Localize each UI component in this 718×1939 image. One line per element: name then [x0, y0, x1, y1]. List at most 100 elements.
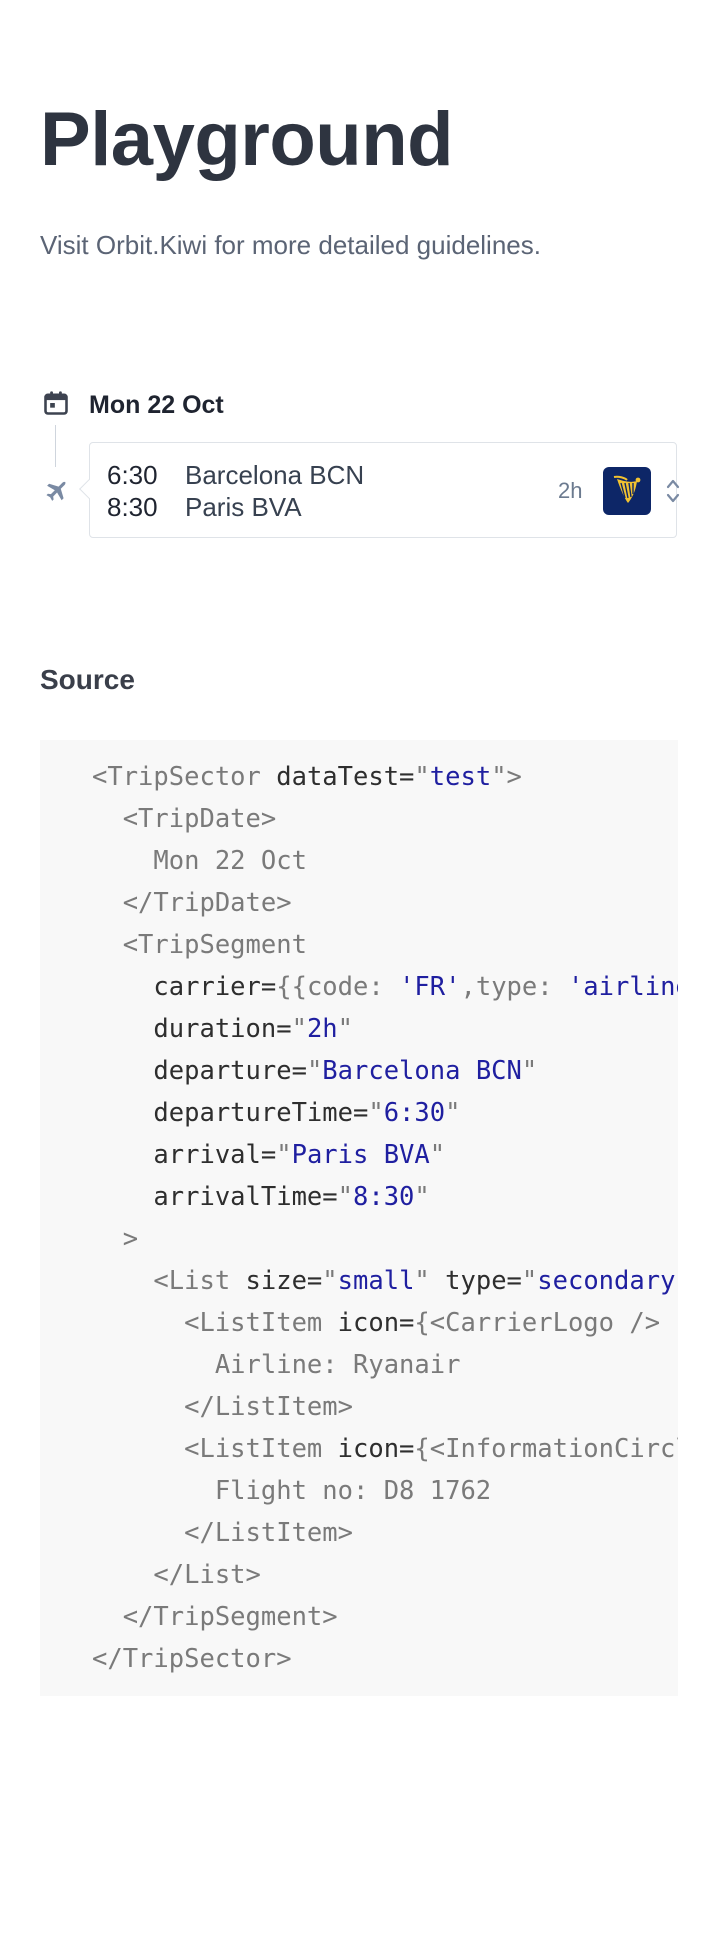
- code-line: </ListItem>: [92, 1386, 353, 1428]
- trip-date-label: Mon 22 Oct: [89, 391, 224, 419]
- code-token: carrier=: [92, 972, 277, 1002]
- code-line: <TripDate>: [92, 798, 277, 840]
- code-token: ": [337, 1014, 354, 1044]
- code-token: </TripSector>: [92, 1644, 292, 1674]
- trip-sector: Mon 22 Oct 6:30 Barcelona BCN 8:30 Paris B…: [40, 385, 680, 538]
- code-token: 2h: [306, 1014, 338, 1044]
- code-token: ,type:: [460, 972, 568, 1002]
- code-line: departure="Barcelona BCN": [92, 1050, 537, 1092]
- code-token: </ListItem>: [92, 1392, 353, 1422]
- code-token: ": [521, 1056, 538, 1086]
- segment-pointer: [79, 479, 99, 499]
- trip-segment[interactable]: 6:30 Barcelona BCN 8:30 Paris BVA 2h: [79, 442, 680, 538]
- code-line: carrier={{code: 'FR',type: 'airline': [92, 966, 678, 1008]
- code-token: ": [306, 1056, 323, 1086]
- code-token: ": [414, 762, 430, 792]
- code-token: <TripDate>: [92, 804, 277, 834]
- code-token: icon=: [322, 1308, 415, 1338]
- departure-time: 6:30: [107, 460, 158, 490]
- code-token: type=: [429, 1266, 522, 1296]
- code-token: <TripSegment: [92, 930, 307, 960]
- source-code-block: <TripSector dataTest="test"> <TripDate> …: [40, 740, 678, 1696]
- code-line: </ListItem>: [92, 1512, 353, 1554]
- departure-place: Barcelona BCN: [185, 460, 365, 490]
- code-token: {<CarrierLogo />: [414, 1308, 661, 1338]
- trip-date: Mon 22 Oct: [40, 385, 680, 425]
- code-token: ": [291, 1014, 307, 1044]
- code-token: arrivalTime=: [92, 1182, 338, 1212]
- code-token: {<InformationCircle: [414, 1434, 678, 1464]
- page-title: Playground: [40, 97, 454, 182]
- code-token: icon=: [322, 1434, 415, 1464]
- code-token: <ListItem: [92, 1308, 323, 1338]
- code-line: >: [92, 1218, 138, 1260]
- code-line: <ListItem icon={<InformationCircle: [92, 1428, 678, 1470]
- code-token: ": [276, 1140, 292, 1170]
- code-token: dataTest=: [260, 762, 415, 792]
- chevron-up-down-icon[interactable]: [665, 476, 681, 506]
- code-token: ": [445, 1098, 461, 1128]
- carrier-logo-icon: [603, 467, 651, 515]
- code-token: <TripSector: [92, 762, 261, 792]
- code-line: <List size="small" type="secondary: [92, 1260, 675, 1302]
- code-line: </TripSegment>: [92, 1596, 338, 1638]
- segment-duration: 2h: [558, 478, 583, 503]
- code-token: Airline: Ryanair: [92, 1350, 461, 1380]
- source-heading: Source: [40, 664, 135, 695]
- code-line: </TripDate>: [92, 882, 292, 924]
- code-line: <TripSector dataTest="test">: [92, 756, 522, 798]
- code-token: ": [414, 1182, 430, 1212]
- code-token: ">: [491, 762, 522, 792]
- code-line: arrival="Paris BVA": [92, 1134, 445, 1176]
- code-line: Airline: Ryanair: [92, 1344, 461, 1386]
- code-token: size=: [230, 1266, 323, 1296]
- code-token: <ListItem: [92, 1434, 323, 1464]
- code-line: Flight no: D8 1762: [92, 1470, 491, 1512]
- code-token: {{code:: [276, 972, 400, 1002]
- arrival-place: Paris BVA: [185, 492, 302, 522]
- code-token: 'airline': [567, 972, 678, 1002]
- code-token: 8:30: [353, 1182, 415, 1212]
- code-token: Paris BVA: [291, 1140, 430, 1170]
- code-token: departure=: [92, 1056, 307, 1086]
- code-token: ": [521, 1266, 538, 1296]
- code-token: ": [414, 1266, 430, 1296]
- code-line: duration="2h": [92, 1008, 353, 1050]
- code-token: 'FR': [399, 972, 461, 1002]
- code-token: arrival=: [92, 1140, 277, 1170]
- code-token: 6:30: [383, 1098, 446, 1128]
- code-token: duration=: [92, 1014, 292, 1044]
- trip-timeline-line: [55, 425, 56, 467]
- arrival-row: 8:30 Paris BVA: [107, 491, 302, 523]
- code-token: departureTime=: [92, 1098, 369, 1128]
- page-subtitle: Visit Orbit.Kiwi for more detailed guide…: [40, 230, 541, 260]
- code-line: </TripSector>: [92, 1638, 292, 1680]
- code-line: arrivalTime="8:30": [92, 1176, 430, 1218]
- code-token: Mon 22 Oct: [92, 846, 307, 876]
- code-line: <ListItem icon={<CarrierLogo />: [92, 1302, 660, 1344]
- code-token: ": [429, 1140, 446, 1170]
- calendar-icon: [44, 391, 68, 415]
- code-token: small: [337, 1266, 415, 1296]
- code-token: <List: [92, 1266, 231, 1296]
- code-token: secondary: [537, 1266, 676, 1296]
- code-line: departureTime="6:30": [92, 1092, 460, 1134]
- code-token: </List>: [92, 1560, 261, 1590]
- code-token: Barcelona BCN: [322, 1056, 522, 1086]
- code-line: Mon 22 Oct: [92, 840, 307, 882]
- arrival-time: 8:30: [107, 492, 158, 522]
- airplane-icon: [46, 481, 66, 501]
- code-token: ": [337, 1182, 353, 1212]
- code-token: </TripDate>: [92, 888, 292, 918]
- playground-page: Playground Visit Orbit.Kiwi for more det…: [0, 0, 718, 1939]
- code-token: ": [322, 1266, 338, 1296]
- code-line: <TripSegment: [92, 924, 307, 966]
- code-token: </TripSegment>: [92, 1602, 338, 1632]
- code-token: Flight no: D8 1762: [92, 1476, 492, 1506]
- code-token: test: [429, 762, 492, 792]
- departure-row: 6:30 Barcelona BCN: [107, 459, 364, 491]
- code-token: >: [92, 1224, 139, 1254]
- code-line: </List>: [92, 1554, 261, 1596]
- code-token: </ListItem>: [92, 1518, 353, 1548]
- code-token: ": [368, 1098, 384, 1128]
